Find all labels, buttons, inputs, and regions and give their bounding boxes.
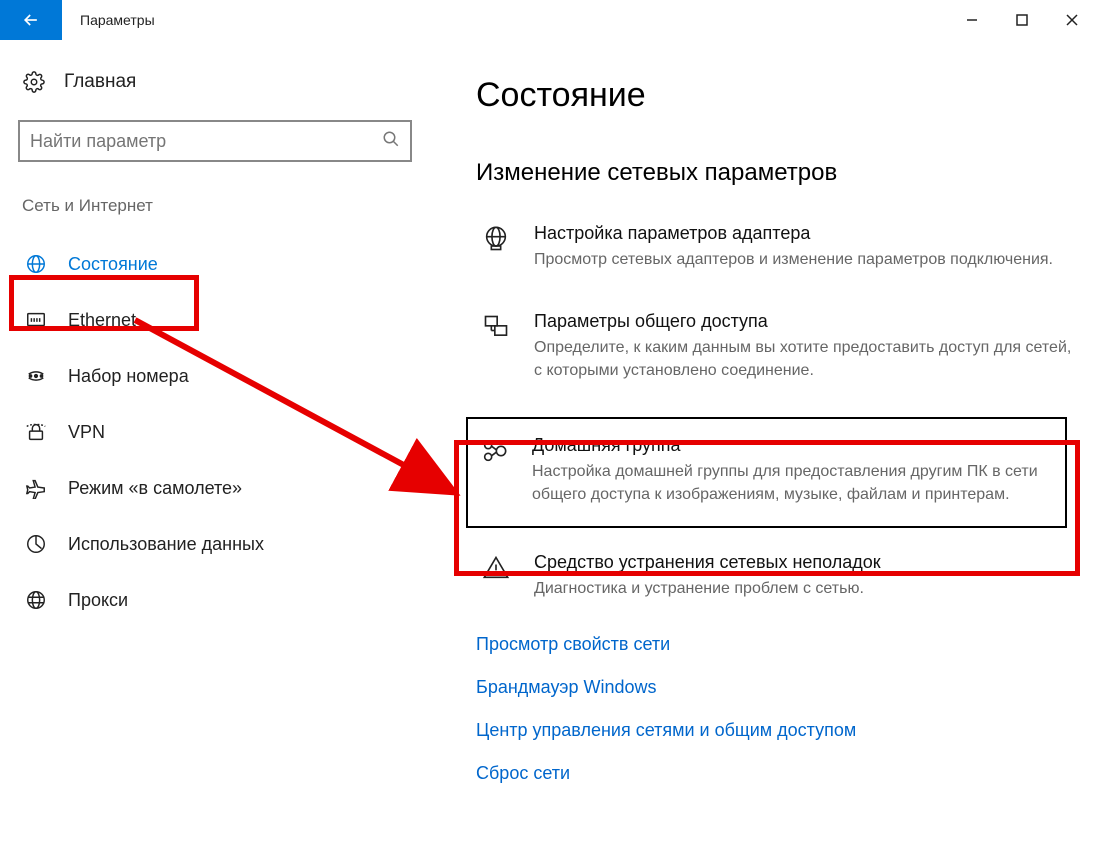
sidebar-item-proxy[interactable]: Прокси [18, 572, 420, 628]
data-usage-icon [24, 532, 48, 556]
sidebar-item-label: Прокси [68, 590, 128, 611]
ethernet-icon [24, 308, 48, 332]
sidebar-item-airplane[interactable]: Режим «в самолете» [18, 460, 420, 516]
sidebar-item-label: Набор номера [68, 366, 189, 387]
window-controls [947, 0, 1097, 40]
dialup-icon [24, 364, 48, 388]
search-box[interactable] [18, 120, 412, 162]
close-button[interactable] [1047, 0, 1097, 40]
search-icon [382, 130, 400, 153]
setting-desc: Определите, к каким данным вы хотите пре… [534, 336, 1073, 382]
window-title: Параметры [62, 0, 155, 40]
titlebar: Параметры [0, 0, 1097, 40]
setting-title: Параметры общего доступа [534, 311, 1073, 332]
sidebar-item-ethernet[interactable]: Ethernet [18, 292, 420, 348]
setting-title: Домашняя группа [532, 435, 1055, 456]
setting-troubleshoot[interactable]: Средство устранения сетевых неполадок Ди… [476, 546, 1077, 606]
page-title: Состояние [476, 76, 1077, 115]
minimize-icon [966, 14, 978, 26]
arrow-left-icon [21, 10, 41, 30]
back-button[interactable] [0, 0, 62, 40]
sidebar-home[interactable]: Главная [18, 70, 420, 94]
sidebar-item-label: VPN [68, 422, 105, 443]
homegroup-icon [478, 435, 510, 506]
setting-adapter[interactable]: Настройка параметров адаптера Просмотр с… [476, 217, 1077, 277]
vpn-icon [24, 420, 48, 444]
close-icon [1066, 14, 1078, 26]
sidebar-item-vpn[interactable]: VPN [18, 404, 420, 460]
sidebar-home-label: Главная [64, 71, 136, 93]
setting-desc: Настройка домашней группы для предоставл… [532, 460, 1055, 506]
link-network-reset[interactable]: Сброс сети [476, 763, 1077, 784]
section-heading: Изменение сетевых параметров [476, 159, 1077, 187]
sidebar-item-dialup[interactable]: Набор номера [18, 348, 420, 404]
minimize-button[interactable] [947, 0, 997, 40]
setting-title: Настройка параметров адаптера [534, 223, 1073, 244]
sidebar-item-datausage[interactable]: Использование данных [18, 516, 420, 572]
setting-sharing[interactable]: Параметры общего доступа Определите, к к… [476, 305, 1077, 388]
setting-desc: Просмотр сетевых адаптеров и изменение п… [534, 248, 1073, 271]
sidebar: Главная Сеть и Интернет Состояние Ethern… [0, 40, 420, 806]
link-network-center[interactable]: Центр управления сетями и общим доступом [476, 720, 1077, 741]
link-firewall[interactable]: Брандмауэр Windows [476, 677, 1077, 698]
sidebar-item-label: Ethernet [68, 310, 136, 331]
main-panel: Состояние Изменение сетевых параметров Н… [420, 40, 1097, 806]
gear-icon [22, 70, 46, 94]
warning-icon [480, 552, 512, 600]
maximize-icon [1016, 14, 1028, 26]
airplane-icon [24, 476, 48, 500]
link-network-properties[interactable]: Просмотр свойств сети [476, 634, 1077, 655]
sidebar-item-label: Состояние [68, 254, 158, 275]
setting-homegroup[interactable]: Домашняя группа Настройка домашней групп… [474, 429, 1059, 512]
maximize-button[interactable] [997, 0, 1047, 40]
setting-title: Средство устранения сетевых неполадок [534, 552, 1073, 573]
sidebar-item-label: Использование данных [68, 534, 264, 555]
sidebar-item-status[interactable]: Состояние [18, 236, 420, 292]
sidebar-section-label: Сеть и Интернет [18, 196, 420, 216]
sharing-icon [480, 311, 512, 382]
setting-desc: Диагностика и устранение проблем с сетью… [534, 577, 1073, 600]
adapter-icon [480, 223, 512, 271]
globe-icon [24, 588, 48, 612]
search-input[interactable] [30, 131, 382, 152]
sidebar-item-label: Режим «в самолете» [68, 478, 242, 499]
globe-grid-icon [24, 252, 48, 276]
